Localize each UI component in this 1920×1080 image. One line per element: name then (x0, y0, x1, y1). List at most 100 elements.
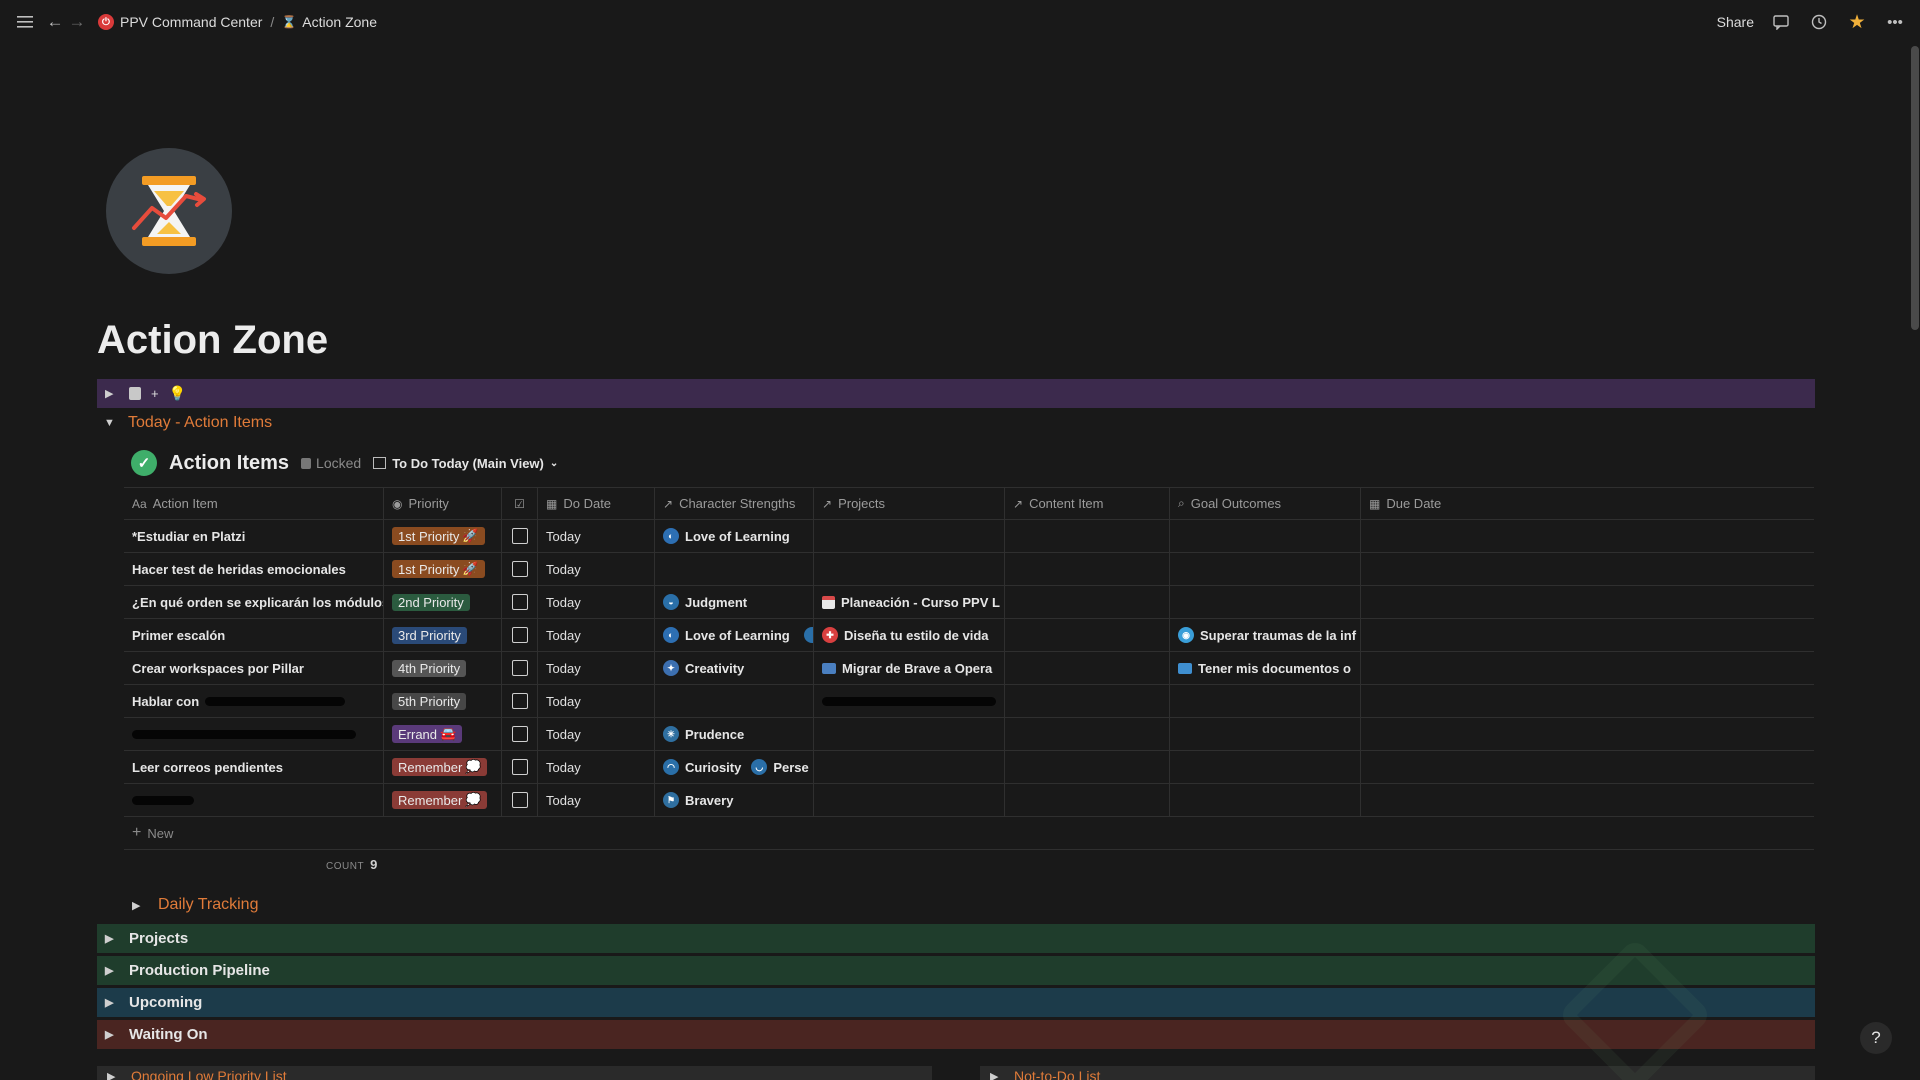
waiting-on-toggle[interactable]: ▶ Waiting On (97, 1020, 1815, 1049)
production-pipeline-toggle[interactable]: ▶ Production Pipeline (97, 956, 1815, 985)
do-date-cell[interactable]: Today (538, 618, 655, 652)
scrollbar-thumb[interactable] (1911, 46, 1919, 330)
action-item-name-cell[interactable] (124, 783, 384, 817)
priority-cell[interactable]: 2nd Priority (384, 585, 502, 619)
done-checkbox-cell[interactable] (502, 618, 538, 652)
done-checkbox[interactable] (511, 792, 528, 808)
do-date-cell[interactable]: Today (538, 750, 655, 784)
goal-outcomes-cell[interactable] (1170, 783, 1361, 817)
action-item-name-cell[interactable]: Hablar con (124, 684, 384, 718)
history-clock-icon[interactable] (1808, 11, 1830, 33)
due-date-cell[interactable] (1361, 586, 1814, 619)
priority-cell[interactable]: 1st Priority 🚀 (384, 552, 502, 586)
projects-cell[interactable]: ✚ Diseña tu estilo de vida (814, 618, 1005, 652)
done-checkbox[interactable] (511, 660, 528, 676)
action-item-name-cell[interactable] (124, 717, 384, 751)
due-date-cell[interactable] (1361, 751, 1814, 784)
projects-cell[interactable] (814, 783, 1005, 817)
column-header-do-date[interactable]: ▦ Do Date (538, 487, 655, 520)
column-header-content-item[interactable]: ↗ Content Item (1005, 487, 1170, 520)
projects-cell[interactable]: Migrar de Brave a Opera (814, 651, 1005, 685)
done-checkbox-cell[interactable] (502, 783, 538, 817)
done-checkbox[interactable] (511, 726, 528, 742)
table-row[interactable]: *Estudiar en Platzi 1st Priority 🚀 Today … (124, 519, 1814, 553)
locked-indicator[interactable]: Locked (301, 455, 361, 471)
action-item-name[interactable]: *Estudiar en Platzi (124, 519, 384, 553)
done-checkbox[interactable] (511, 528, 528, 544)
action-item-name[interactable]: Crear workspaces por Pillar (124, 651, 384, 685)
done-checkbox-cell[interactable] (502, 717, 538, 751)
done-checkbox[interactable] (511, 561, 528, 577)
project-chip[interactable]: Migrar de Brave a Opera (822, 661, 992, 676)
column-header-character-strengths[interactable]: ↗ Character Strengths (655, 487, 814, 520)
toggle-right-icon[interactable]: ▶ (105, 964, 119, 977)
table-row[interactable]: Hablar con 5th Priority Today (124, 684, 1814, 718)
favorite-star-icon[interactable]: ★ (1846, 11, 1868, 33)
projects-cell[interactable] (814, 750, 1005, 784)
strength-chip[interactable]: ✳ Prudence (663, 726, 744, 742)
content-item-cell[interactable] (1005, 552, 1170, 586)
content-item-cell[interactable] (1005, 783, 1170, 817)
strength-chip[interactable]: ✦ Creativity (663, 660, 744, 676)
content-item-cell[interactable] (1005, 618, 1170, 652)
content-item-cell[interactable] (1005, 519, 1170, 553)
action-item-name[interactable]: ¿En qué orden se explicarán los módulos (124, 585, 384, 619)
toggle-down-icon[interactable]: ▼ (104, 417, 118, 429)
due-date-cell[interactable] (1361, 685, 1814, 718)
priority-cell[interactable]: 5th Priority (384, 684, 502, 718)
action-item-name[interactable]: Primer escalón (124, 618, 384, 652)
priority-cell[interactable]: Errand 🚘 (384, 717, 502, 751)
menu-icon[interactable] (14, 11, 36, 33)
comment-icon[interactable] (1770, 11, 1792, 33)
due-date-cell[interactable] (1361, 619, 1814, 652)
content-item-cell[interactable] (1005, 750, 1170, 784)
priority-cell[interactable]: Remember 💭 (384, 750, 502, 784)
forward-arrow-icon[interactable]: → (66, 11, 88, 33)
toggle-right-icon[interactable]: ▶ (990, 1070, 1004, 1080)
page-hourglass-icon[interactable] (106, 148, 232, 274)
do-date-cell[interactable]: Today (538, 783, 655, 817)
strength-chip[interactable]: ◠ Curiosity (663, 759, 741, 775)
column-header-action-item[interactable]: Aa Action Item (124, 487, 384, 520)
table-row[interactable]: Hacer test de heridas emocionales 1st Pr… (124, 552, 1814, 586)
today-action-items-toggle[interactable]: ▼ Today - Action Items (104, 414, 272, 432)
page-title[interactable]: Action Zone (97, 318, 328, 363)
project-chip[interactable]: Planeación - Curso PPV L (822, 595, 1000, 610)
due-date-cell[interactable] (1361, 718, 1814, 751)
strength-chip[interactable]: ◐ Love of Learning (663, 528, 790, 544)
projects-cell[interactable] (814, 519, 1005, 553)
done-checkbox-cell[interactable] (502, 750, 538, 784)
character-strengths-cell[interactable]: ✦ Creativity (655, 651, 814, 685)
column-header-priority[interactable]: ◉ Priority (384, 487, 502, 520)
content-item-cell[interactable] (1005, 651, 1170, 685)
priority-cell[interactable]: 4th Priority (384, 651, 502, 685)
do-date-cell[interactable]: Today (538, 684, 655, 718)
column-header-goal-outcomes[interactable]: ⌕ Goal Outcomes (1170, 487, 1361, 520)
help-button[interactable]: ? (1860, 1022, 1892, 1054)
table-row[interactable]: Remember 💭 Today ⚑ Bravery (124, 783, 1814, 817)
goal-chip[interactable]: ◉ Superar traumas de la inf (1178, 627, 1356, 643)
done-checkbox-cell[interactable] (502, 552, 538, 586)
projects-cell[interactable]: Planeación - Curso PPV L (814, 585, 1005, 619)
character-strengths-cell[interactable]: ✳ Prudence (655, 717, 814, 751)
goal-outcomes-cell[interactable] (1170, 684, 1361, 718)
view-selector[interactable]: To Do Today (Main View) ⌄ (373, 456, 558, 471)
goal-chip[interactable]: Tener mis documentos o (1178, 661, 1351, 676)
strength-chip[interactable]: ◒ Judgment (663, 594, 747, 610)
done-checkbox-cell[interactable] (502, 651, 538, 685)
goal-outcomes-cell[interactable] (1170, 717, 1361, 751)
ongoing-low-priority-toggle[interactable]: ▶ Ongoing Low Priority List (97, 1066, 932, 1080)
table-row[interactable]: Leer correos pendientes Remember 💭 Today … (124, 750, 1814, 784)
back-arrow-icon[interactable]: ← (44, 11, 66, 33)
not-to-do-list-toggle[interactable]: ▶ Not-to-Do List (980, 1066, 1815, 1080)
callout-toggle-bar[interactable]: ▶ + 💡 (97, 379, 1815, 408)
upcoming-toggle[interactable]: ▶ Upcoming (97, 988, 1815, 1017)
table-row[interactable]: Primer escalón 3rd Priority Today ◐ Love … (124, 618, 1814, 652)
goal-outcomes-cell[interactable] (1170, 552, 1361, 586)
do-date-cell[interactable]: Today (538, 585, 655, 619)
content-item-cell[interactable] (1005, 717, 1170, 751)
due-date-cell[interactable] (1361, 784, 1814, 817)
due-date-cell[interactable] (1361, 652, 1814, 685)
do-date-cell[interactable]: Today (538, 552, 655, 586)
done-checkbox-cell[interactable] (502, 585, 538, 619)
